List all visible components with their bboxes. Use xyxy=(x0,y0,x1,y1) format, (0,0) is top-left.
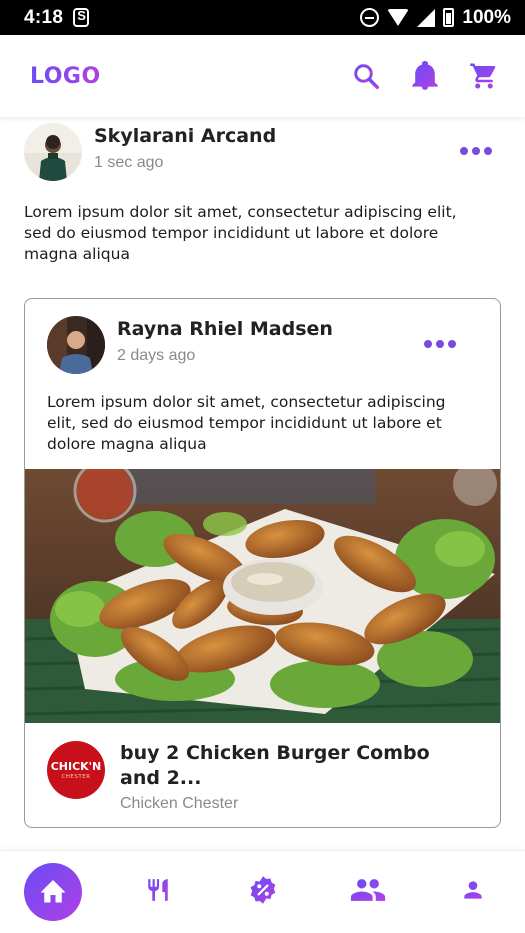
app-actions xyxy=(351,61,499,91)
food-photo[interactable] xyxy=(25,469,500,723)
more-options-button[interactable] xyxy=(422,334,458,354)
promo-item[interactable]: CHICK'N CHESTER buy 2 Chicken Burger Com… xyxy=(25,723,500,827)
post-time: 1 sec ago xyxy=(94,154,164,171)
active-indicator xyxy=(23,863,82,921)
nav-home[interactable] xyxy=(0,851,105,933)
app-bar: LOGO xyxy=(0,35,525,117)
author-block: Skylarani Arcand 1 sec ago xyxy=(94,123,276,172)
bottom-navigation xyxy=(0,850,525,933)
bell-icon[interactable] xyxy=(411,61,439,91)
do-not-disturb-icon xyxy=(360,8,380,27)
signal-icon xyxy=(417,8,436,27)
promo-title[interactable]: buy 2 Chicken Burger Combo and 2... xyxy=(120,741,440,791)
brand-logo-subtext: CHESTER xyxy=(61,773,91,780)
avatar[interactable] xyxy=(24,123,82,181)
search-icon[interactable] xyxy=(351,61,381,91)
discount-icon xyxy=(248,875,278,909)
people-icon xyxy=(349,876,387,908)
profile-icon xyxy=(460,876,486,908)
nav-profile[interactable] xyxy=(420,851,525,933)
dot-icon xyxy=(436,340,444,348)
home-icon xyxy=(38,876,68,908)
status-time: 4:18 xyxy=(24,6,64,28)
battery-icon xyxy=(443,8,455,27)
sim-status-icon xyxy=(73,8,90,27)
shared-post-card[interactable]: Rayna Rhiel Madsen 2 days ago Lorem ipsu… xyxy=(24,298,501,828)
post-header: Skylarani Arcand 1 sec ago xyxy=(24,123,496,181)
author-block: Rayna Rhiel Madsen 2 days ago xyxy=(117,316,333,365)
status-icons: 100% xyxy=(360,7,511,29)
dot-icon xyxy=(472,147,480,155)
post: Skylarani Arcand 1 sec ago Lorem ipsum d… xyxy=(24,123,496,265)
brand-logo[interactable]: CHICK'N CHESTER xyxy=(47,741,105,799)
nav-discount[interactable] xyxy=(210,851,315,933)
dot-icon xyxy=(460,147,468,155)
more-options-button[interactable] xyxy=(458,141,494,161)
post-time: 2 days ago xyxy=(117,347,196,364)
app-logo[interactable]: LOGO xyxy=(30,64,101,89)
post-text: Lorem ipsum dolor sit amet, consectetur … xyxy=(24,203,457,263)
wifi-icon xyxy=(387,9,410,26)
dot-icon xyxy=(484,147,492,155)
status-bar: 4:18 100% xyxy=(0,0,525,35)
feed[interactable]: Skylarani Arcand 1 sec ago Lorem ipsum d… xyxy=(0,117,525,850)
brand-logo-text: CHICK'N xyxy=(50,759,102,773)
restaurant-icon xyxy=(145,875,171,909)
cart-icon[interactable] xyxy=(469,61,499,91)
avatar[interactable] xyxy=(47,316,105,374)
nav-people[interactable] xyxy=(315,851,420,933)
nav-restaurant[interactable] xyxy=(105,851,210,933)
dot-icon xyxy=(424,340,432,348)
promo-brand[interactable]: Chicken Chester xyxy=(120,795,440,813)
promo-text: buy 2 Chicken Burger Combo and 2... Chic… xyxy=(120,741,440,813)
dot-icon xyxy=(448,340,456,348)
author-name[interactable]: Skylarani Arcand xyxy=(94,125,276,147)
battery-percent: 100% xyxy=(462,6,511,28)
post-header: Rayna Rhiel Madsen 2 days ago xyxy=(25,299,500,374)
author-name[interactable]: Rayna Rhiel Madsen xyxy=(117,318,333,340)
post-text: Lorem ipsum dolor sit amet, consectetur … xyxy=(47,393,446,453)
